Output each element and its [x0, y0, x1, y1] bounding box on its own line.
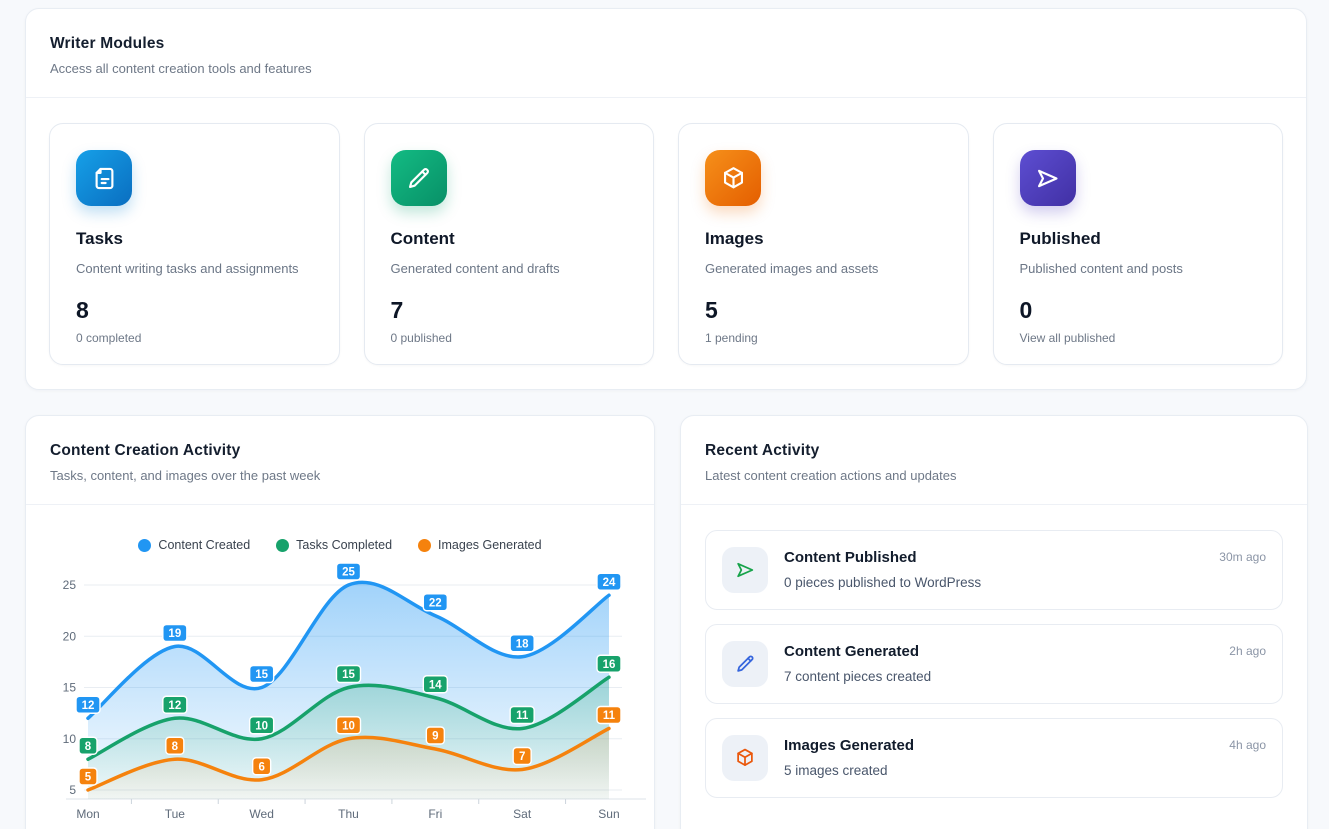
cube-icon: [722, 735, 768, 781]
svg-text:10: 10: [63, 732, 77, 746]
module-count: 0: [1020, 297, 1257, 324]
recent-activity-header: Recent Activity Latest content creation …: [681, 416, 1307, 505]
svg-text:Wed: Wed: [249, 807, 273, 821]
activity-timestamp: 30m ago: [1219, 547, 1266, 593]
module-cards-row: Tasks Content writing tasks and assignme…: [26, 98, 1306, 390]
svg-text:Thu: Thu: [338, 807, 359, 821]
send-icon: [1020, 150, 1076, 206]
svg-text:18: 18: [516, 638, 529, 650]
module-description: Content writing tasks and assignments: [76, 261, 313, 276]
activity-title: Images Generated: [784, 737, 1213, 754]
svg-text:20: 20: [63, 629, 77, 643]
svg-text:8: 8: [85, 741, 92, 753]
activity-description: 0 pieces published to WordPress: [784, 575, 1203, 590]
module-title: Published: [1020, 229, 1257, 249]
module-sub-label: 1 pending: [705, 331, 942, 345]
legend-dot-green: [276, 539, 289, 552]
recent-activity-panel: Recent Activity Latest content creation …: [680, 415, 1308, 829]
svg-text:11: 11: [516, 710, 529, 722]
module-count: 8: [76, 297, 313, 324]
svg-text:Tue: Tue: [165, 807, 186, 821]
svg-text:25: 25: [342, 567, 355, 579]
module-sub-label: 0 published: [391, 331, 628, 345]
svg-text:5: 5: [85, 772, 92, 784]
svg-text:Sun: Sun: [598, 807, 619, 821]
legend-label: Content Created: [158, 538, 250, 552]
svg-text:7: 7: [519, 751, 525, 763]
module-title: Images: [705, 229, 942, 249]
legend-dot-orange: [418, 539, 431, 552]
cube-icon: [705, 150, 761, 206]
svg-text:10: 10: [342, 720, 355, 732]
legend-item-images-generated[interactable]: Images Generated: [418, 538, 542, 552]
activity-title: Content Published: [784, 549, 1203, 566]
pencil-icon: [391, 150, 447, 206]
svg-text:24: 24: [603, 577, 616, 589]
pencil-icon: [722, 641, 768, 687]
activity-line-chart: 5 10 15 20 25 Mon Tue Wed Thu Fri Sat Sun 12 19 15 25 22…: [26, 505, 656, 829]
recent-activity-title: Recent Activity: [705, 442, 1283, 460]
activity-timestamp: 4h ago: [1229, 735, 1266, 781]
svg-text:14: 14: [429, 679, 442, 691]
activity-item-images-generated[interactable]: Images Generated 5 images created 4h ago: [705, 718, 1283, 798]
legend-dot-blue: [138, 539, 151, 552]
activity-timestamp: 2h ago: [1229, 641, 1266, 687]
svg-text:Sat: Sat: [513, 807, 532, 821]
content-creation-activity-panel: Content Creation Activity Tasks, content…: [25, 415, 655, 829]
svg-text:11: 11: [603, 710, 616, 722]
svg-text:6: 6: [258, 761, 264, 773]
module-description: Generated images and assets: [705, 261, 942, 276]
svg-text:Fri: Fri: [428, 807, 442, 821]
chart-panel-title: Content Creation Activity: [50, 442, 630, 460]
module-card-content[interactable]: Content Generated content and drafts 7 0…: [364, 123, 655, 365]
activity-description: 5 images created: [784, 763, 1213, 778]
chart-legend: Content Created Tasks Completed Images G…: [26, 538, 654, 552]
module-count: 7: [391, 297, 628, 324]
svg-text:15: 15: [63, 681, 77, 695]
module-card-images[interactable]: Images Generated images and assets 5 1 p…: [678, 123, 969, 365]
module-count: 5: [705, 297, 942, 324]
activity-item-content-published[interactable]: Content Published 0 pieces published to …: [705, 530, 1283, 610]
recent-activity-subtitle: Latest content creation actions and upda…: [705, 468, 1283, 483]
svg-text:5: 5: [69, 783, 76, 797]
activity-item-content-generated[interactable]: Content Generated 7 content pieces creat…: [705, 624, 1283, 704]
legend-item-tasks-completed[interactable]: Tasks Completed: [276, 538, 392, 552]
chart-panel-header: Content Creation Activity Tasks, content…: [26, 416, 654, 505]
module-card-published[interactable]: Published Published content and posts 0 …: [993, 123, 1284, 365]
page-title: Writer Modules: [50, 35, 1282, 53]
activity-list: Content Published 0 pieces published to …: [681, 505, 1307, 823]
module-card-tasks[interactable]: Tasks Content writing tasks and assignme…: [49, 123, 340, 365]
writer-modules-header: Writer Modules Access all content creati…: [26, 9, 1306, 98]
svg-text:22: 22: [429, 597, 442, 609]
svg-text:15: 15: [255, 669, 268, 681]
file-icon: [76, 150, 132, 206]
svg-text:8: 8: [172, 741, 179, 753]
legend-label: Images Generated: [438, 538, 542, 552]
svg-text:15: 15: [342, 669, 355, 681]
module-description: Generated content and drafts: [391, 261, 628, 276]
svg-text:16: 16: [603, 659, 616, 671]
legend-label: Tasks Completed: [296, 538, 392, 552]
module-sub-label: 0 completed: [76, 331, 313, 345]
svg-text:12: 12: [168, 700, 181, 712]
module-sub-label: View all published: [1020, 331, 1257, 345]
svg-text:10: 10: [255, 720, 268, 732]
module-description: Published content and posts: [1020, 261, 1257, 276]
svg-text:Mon: Mon: [76, 807, 99, 821]
activity-description: 7 content pieces created: [784, 669, 1213, 684]
writer-modules-panel: Writer Modules Access all content creati…: [25, 8, 1307, 390]
svg-text:19: 19: [168, 628, 181, 640]
activity-chart-body: 5 10 15 20 25 Mon Tue Wed Thu Fri Sat Sun 12 19 15 25 22…: [26, 505, 654, 829]
module-title: Content: [391, 229, 628, 249]
legend-item-content-created[interactable]: Content Created: [138, 538, 250, 552]
page-subtitle: Access all content creation tools and fe…: [50, 61, 1282, 76]
svg-text:12: 12: [82, 700, 95, 712]
svg-text:9: 9: [432, 731, 438, 743]
chart-panel-subtitle: Tasks, content, and images over the past…: [50, 468, 630, 483]
module-title: Tasks: [76, 229, 313, 249]
activity-title: Content Generated: [784, 643, 1213, 660]
send-icon: [722, 547, 768, 593]
svg-text:25: 25: [63, 578, 77, 592]
